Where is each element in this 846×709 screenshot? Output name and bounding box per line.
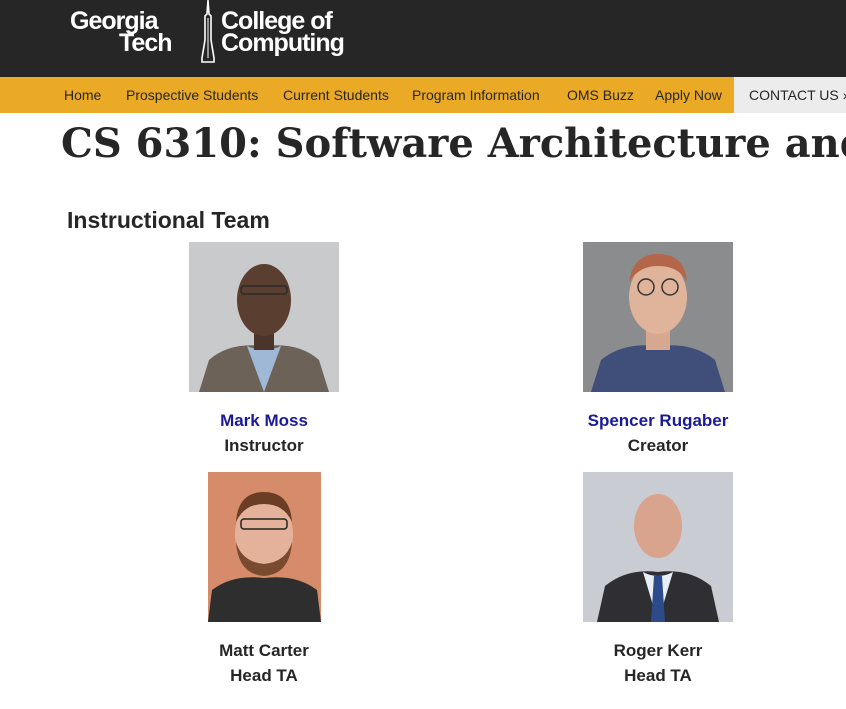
- portrait-photo-icon: [583, 472, 733, 622]
- team-member-name[interactable]: Spencer Rugaber: [508, 408, 808, 433]
- team-member-name: Roger Kerr: [613, 641, 703, 660]
- portrait-photo-icon: [583, 242, 733, 392]
- portrait-photo-icon: [189, 242, 339, 392]
- team-member-card: Matt Carter Head TA: [114, 472, 414, 688]
- nav-item-program-information[interactable]: Program Information: [412, 77, 540, 113]
- tech-tower-icon: [201, 0, 215, 63]
- portrait-photo-icon: [207, 472, 321, 622]
- team-member-name[interactable]: Mark Moss: [114, 408, 414, 433]
- nav-item-current-students[interactable]: Current Students: [283, 77, 389, 113]
- site-header: Georgia Tech College of Computing: [0, 0, 846, 77]
- section-heading-instructional-team: Instructional Team: [67, 207, 270, 233]
- main-nav: Home Prospective Students Current Studen…: [0, 77, 846, 113]
- contact-us-label: CONTACT US: [749, 87, 839, 103]
- team-member-role: Head TA: [624, 666, 692, 685]
- team-member-name: Matt Carter: [219, 641, 309, 660]
- team-member-card: Mark Moss Instructor: [114, 242, 414, 458]
- nav-item-contact-us[interactable]: CONTACT US›: [734, 77, 846, 113]
- nav-item-apply-now[interactable]: Apply Now: [655, 77, 722, 113]
- team-member-card: Roger Kerr Head TA: [508, 472, 808, 688]
- page-title: CS 6310: Software Architecture and Desig…: [61, 120, 846, 167]
- team-member-role: Creator: [627, 436, 689, 455]
- title-area: CS 6310: Software Architecture and Desig…: [0, 113, 846, 183]
- team-member-role: Head TA: [230, 666, 298, 685]
- nav-item-prospective-students[interactable]: Prospective Students: [126, 77, 258, 113]
- gatech-coc-logo[interactable]: Georgia Tech College of Computing: [70, 0, 390, 66]
- logo-text-computing: Computing: [221, 29, 345, 57]
- logo-text-tech: Tech: [119, 29, 172, 57]
- team-member-role: Instructor: [224, 436, 304, 455]
- team-member-card: Spencer Rugaber Creator: [508, 242, 808, 458]
- nav-item-oms-buzz[interactable]: OMS Buzz: [567, 77, 634, 113]
- nav-item-home[interactable]: Home: [64, 77, 101, 113]
